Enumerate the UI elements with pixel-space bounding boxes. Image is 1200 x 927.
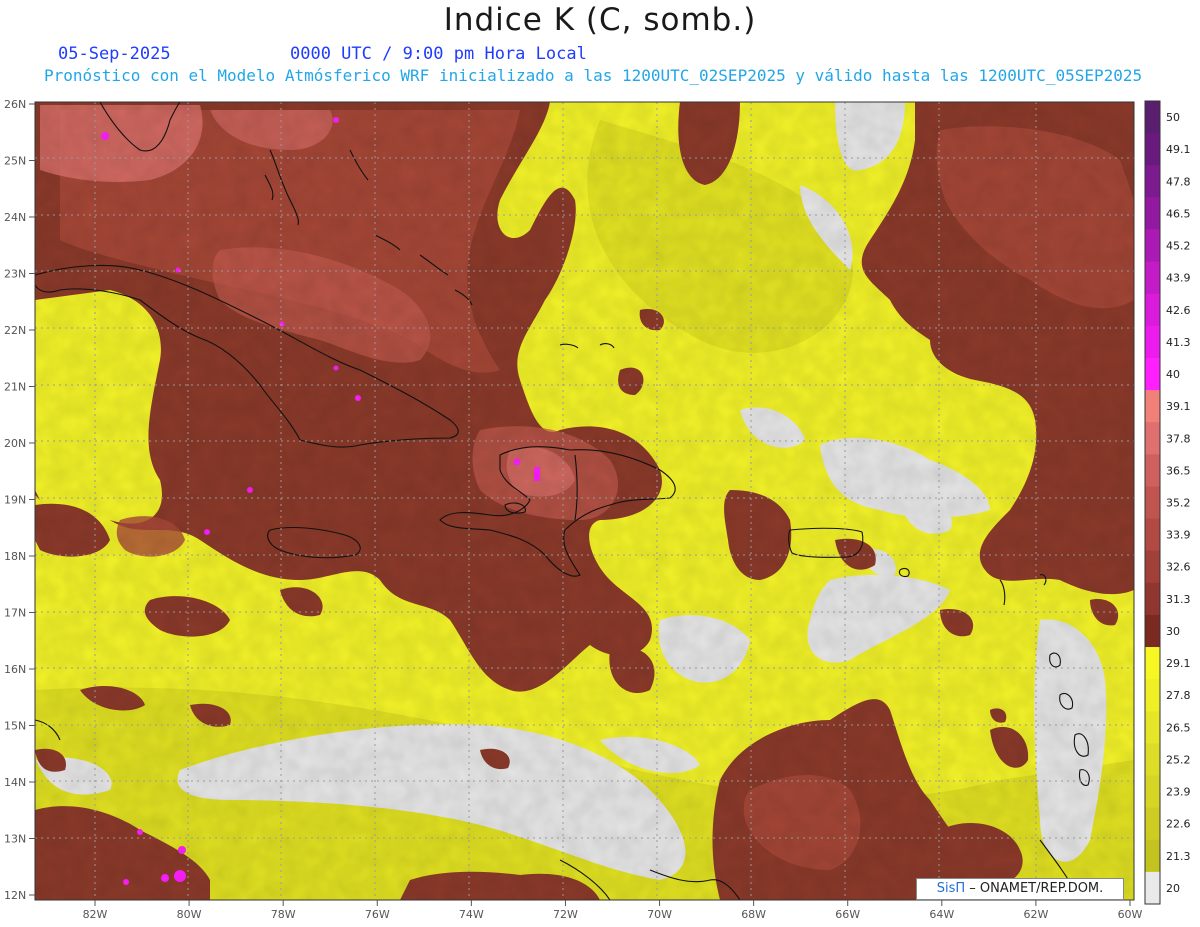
colorbar-label: 22.6 (1166, 818, 1191, 831)
colorbar-label: 21.3 (1166, 850, 1191, 863)
lon-label: 64W (929, 908, 954, 921)
colorbar-swatch (1145, 261, 1160, 295)
lat-label: 22N (4, 324, 26, 337)
colorbar-swatch (1145, 871, 1160, 905)
lat-label: 24N (4, 211, 26, 224)
colorbar-label: 50 (1166, 111, 1180, 124)
colorbar-label: 30 (1166, 625, 1180, 638)
colorbar-swatch (1145, 422, 1160, 455)
colorbar-swatch (1145, 807, 1160, 841)
colorbar-label: 25.2 (1166, 753, 1191, 766)
lon-label: 62W (1023, 908, 1048, 921)
colorbar-swatch (1145, 486, 1160, 520)
lon-label: 68W (741, 908, 766, 921)
colorbar-swatch (1145, 839, 1160, 873)
lat-label: 26N (4, 98, 26, 111)
lon-label: 72W (553, 908, 578, 921)
colorbar-label: 45.2 (1166, 240, 1191, 253)
colorbar-label: 49.1 (1166, 143, 1191, 156)
lon-label: 60W (1118, 908, 1143, 921)
lat-label: 20N (4, 437, 26, 450)
colorbar-label: 33.9 (1166, 529, 1191, 542)
colorbar-label: 35.2 (1166, 497, 1191, 510)
colorbar-label: 23.9 (1166, 786, 1191, 799)
longitude-axis: 82W 80W 78W 76W 74W 72W 70W 68W 66W 64W 62W 60W (83, 900, 1143, 921)
colorbar-swatch (1145, 133, 1160, 166)
colorbar-swatch (1145, 197, 1160, 230)
lon-label: 66W (835, 908, 860, 921)
colorbar-swatch (1145, 711, 1160, 744)
lat-label: 15N (4, 720, 26, 733)
colorbar-swatch (1145, 679, 1160, 712)
lat-label: 19N (4, 494, 26, 507)
colorbar-label: 47.8 (1166, 175, 1191, 188)
colorbar-label: 32.6 (1166, 561, 1191, 574)
lat-label: 23N (4, 268, 26, 281)
lon-label: 78W (271, 908, 296, 921)
colorbar-swatch (1145, 582, 1160, 616)
lon-label: 74W (459, 908, 484, 921)
colorbar-label: 43.9 (1166, 272, 1191, 285)
colorbar-label: 36.5 (1166, 464, 1191, 477)
k-index-map: 26N 25N 24N 23N 22N 21N 20N 19N 18N 17N 16N 15N 14N 1… (4, 98, 1191, 921)
colorbar-swatch (1145, 454, 1160, 487)
lat-label: 25N (4, 155, 26, 168)
credit-box: SisΠ – ONAMET/REP.DOM. (916, 878, 1124, 900)
colorbar: 50 49.1 47.8 46.5 45.2 43.9 42.6 41.3 40 39.1 37.8… (1144, 100, 1191, 905)
lat-label: 18N (4, 550, 26, 563)
colorbar-swatch (1145, 165, 1160, 198)
colorbar-label: 40 (1166, 368, 1180, 381)
lat-label: 16N (4, 663, 26, 676)
lon-label: 70W (647, 908, 672, 921)
colorbar-label: 27.8 (1166, 689, 1191, 702)
colorbar-label: 37.8 (1166, 432, 1191, 445)
colorbar-swatch (1145, 390, 1160, 423)
colorbar-swatch (1145, 293, 1160, 327)
colorbar-label: 26.5 (1166, 721, 1191, 734)
credit-brand: SisΠ (936, 881, 966, 896)
colorbar-swatch (1145, 101, 1160, 134)
colorbar-label: 20 (1166, 882, 1180, 895)
colorbar-swatch (1145, 518, 1160, 552)
lat-label: 12N (4, 889, 26, 902)
colorbar-label: 39.1 (1166, 400, 1191, 413)
lat-label: 17N (4, 607, 26, 620)
credit-text: – ONAMET/REP.DOM. (969, 881, 1104, 896)
lat-label: 14N (4, 776, 26, 789)
colorbar-label: 42.6 (1166, 304, 1191, 317)
colorbar-label: 41.3 (1166, 336, 1191, 349)
lat-label: 21N (4, 381, 26, 394)
colorbar-label: 29.1 (1166, 657, 1191, 670)
lon-label: 80W (177, 908, 202, 921)
colorbar-swatch (1145, 647, 1160, 680)
lon-label: 76W (365, 908, 390, 921)
latitude-axis: 26N 25N 24N 23N 22N 21N 20N 19N 18N 17N 16N 15N 14N 1… (4, 98, 35, 902)
colorbar-swatch (1145, 229, 1160, 263)
texture-overlay (35, 102, 1134, 900)
colorbar-swatch (1145, 357, 1160, 391)
lat-label: 13N (4, 833, 26, 846)
plot-area (35, 102, 1134, 900)
colorbar-swatch (1145, 325, 1160, 359)
lon-label: 82W (83, 908, 108, 921)
colorbar-swatch (1145, 614, 1160, 648)
colorbar-swatch (1145, 775, 1160, 809)
colorbar-label: 46.5 (1166, 207, 1191, 220)
colorbar-swatch (1145, 743, 1160, 777)
colorbar-label: 31.3 (1166, 593, 1191, 606)
colorbar-swatch (1145, 550, 1160, 584)
